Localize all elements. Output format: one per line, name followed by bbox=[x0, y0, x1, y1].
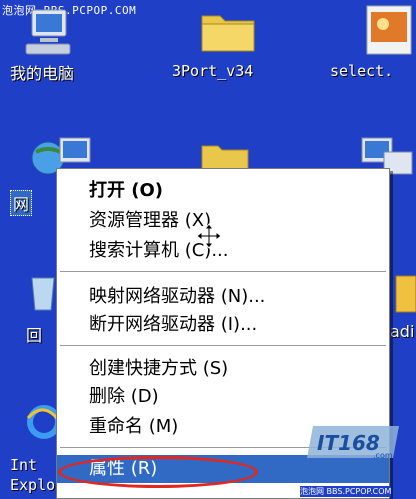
menu-item-explore[interactable]: 资源管理器 (X) bbox=[57, 207, 389, 235]
menu-item-open[interactable]: 打开 (O) bbox=[57, 177, 389, 205]
menu-item-search-computer[interactable]: 搜索计算机 (C)... bbox=[57, 237, 389, 265]
folder-icon-2[interactable] bbox=[200, 138, 250, 173]
image-file-icon[interactable] bbox=[365, 4, 413, 56]
my-computer-icon[interactable] bbox=[20, 6, 80, 56]
recycle-bin-icon[interactable] bbox=[28, 272, 58, 312]
ie-label-line1: Int bbox=[10, 456, 38, 474]
watermark-bottom: 泡泡网 BBS.PCPOP.COM bbox=[300, 486, 392, 497]
right-app-label: adi bbox=[390, 322, 415, 341]
menu-item-delete[interactable]: 删除 (D) bbox=[57, 383, 389, 411]
svg-text:.com: .com bbox=[373, 451, 393, 460]
menu-separator-1 bbox=[60, 271, 386, 273]
move-cursor-icon bbox=[195, 222, 223, 250]
select-file-label: select. bbox=[330, 62, 394, 80]
my-computer-label: 我的电脑 bbox=[10, 64, 75, 83]
app-icon-right[interactable] bbox=[392, 270, 416, 316]
annotation-ellipse bbox=[58, 456, 258, 488]
it168-logo: IT168 .com bbox=[305, 420, 405, 464]
svg-text:IT168: IT168 bbox=[317, 431, 380, 455]
ie-label-line2: Explo bbox=[10, 476, 56, 494]
menu-separator-2 bbox=[60, 345, 386, 347]
folder-icon[interactable] bbox=[198, 6, 258, 54]
3port-folder-label: 3Port_v34 bbox=[172, 62, 254, 80]
menu-item-map-network-drive[interactable]: 映射网络驱动器 (N)... bbox=[57, 283, 389, 311]
network-label: 网 bbox=[10, 190, 33, 216]
menu-item-disconnect-network-drive[interactable]: 断开网络驱动器 (I)... bbox=[57, 311, 389, 339]
menu-item-create-shortcut[interactable]: 创建快捷方式 (S) bbox=[57, 355, 389, 383]
recycle-bin-label: 回 bbox=[26, 326, 43, 345]
